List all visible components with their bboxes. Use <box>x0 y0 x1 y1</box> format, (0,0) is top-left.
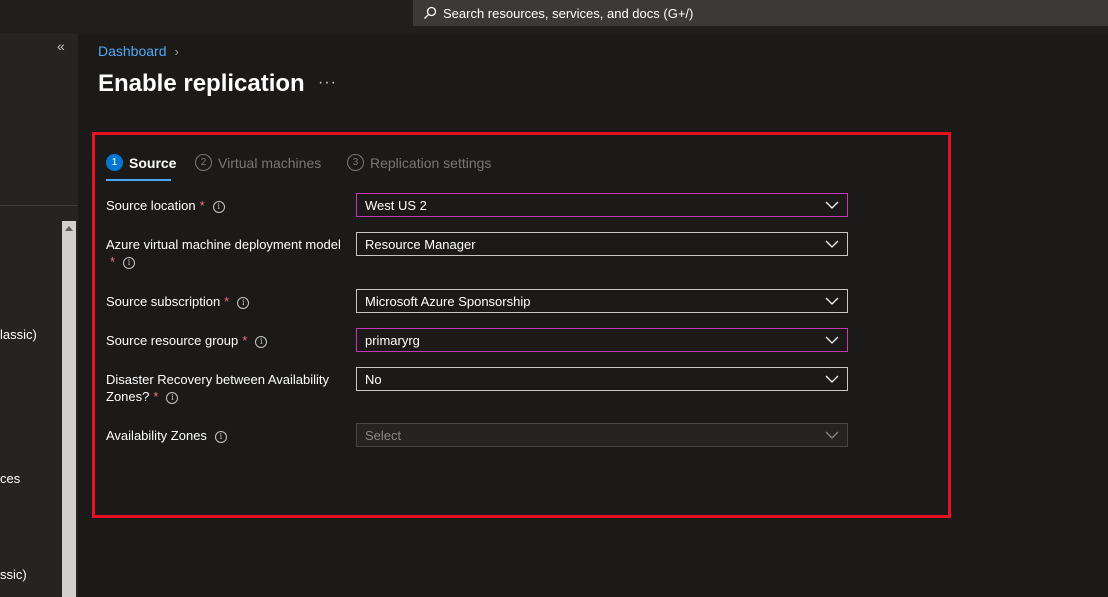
field-label-text: Availability Zones <box>106 428 207 443</box>
search-placeholder: Search resources, services, and docs (G+… <box>443 5 694 21</box>
dr-availability-zones-label: Disaster Recovery between Availability Z… <box>106 371 336 405</box>
dr-availability-zones-dropdown[interactable]: No <box>356 367 848 391</box>
breadcrumb-dashboard-link[interactable]: Dashboard <box>98 43 167 59</box>
field-label-text: Source location <box>106 198 196 213</box>
dropdown-value: Resource Manager <box>365 236 476 252</box>
tab-replication-settings[interactable]: 3 Replication settings <box>347 154 491 171</box>
availability-zones-dropdown: Select <box>356 423 848 447</box>
chevron-down-icon <box>825 240 839 248</box>
field-label-text: Azure virtual machine deployment model <box>106 237 341 252</box>
page-title: Enable replication <box>98 70 305 97</box>
info-icon[interactable]: i <box>166 391 179 404</box>
source-resource-group-dropdown[interactable]: primaryrg <box>356 328 848 352</box>
dropdown-value: Microsoft Azure Sponsorship <box>365 293 531 309</box>
step-number-badge: 1 <box>106 154 123 171</box>
required-marker: * <box>242 333 248 348</box>
source-subscription-label: Source subscription * i <box>106 293 351 310</box>
field-label-text: Disaster Recovery between Availability Z… <box>106 372 330 404</box>
info-icon[interactable]: i <box>123 256 136 269</box>
global-search[interactable]: Search resources, services, and docs (G+… <box>413 0 1108 26</box>
source-subscription-dropdown[interactable]: Microsoft Azure Sponsorship <box>356 289 848 313</box>
tab-label: Virtual machines <box>218 154 322 171</box>
source-location-label: Source location * i <box>106 197 351 214</box>
chevron-down-icon <box>825 297 839 305</box>
info-icon[interactable]: i <box>214 430 227 443</box>
sidebar-item[interactable]: ssic) <box>0 567 27 582</box>
chevron-down-icon <box>825 201 839 209</box>
required-marker: * <box>199 198 205 213</box>
field-label-text: Source subscription <box>106 294 221 309</box>
left-sidebar: « lassic) ces ssic) <box>0 33 78 597</box>
dropdown-value: West US 2 <box>365 197 427 213</box>
step-number-badge: 2 <box>195 154 212 171</box>
collapse-sidebar-icon[interactable]: « <box>57 38 65 54</box>
availability-zones-label: Availability Zones i <box>106 427 351 444</box>
info-icon[interactable]: i <box>212 200 225 213</box>
chevron-right-icon: › <box>174 43 179 59</box>
required-marker: * <box>224 294 230 309</box>
field-label-text: Source resource group <box>106 333 239 348</box>
step-number-badge: 3 <box>347 154 364 171</box>
source-location-dropdown[interactable]: West US 2 <box>356 193 848 217</box>
chevron-down-icon <box>825 336 839 344</box>
dropdown-placeholder: Select <box>365 427 402 443</box>
chevron-down-icon <box>825 375 839 383</box>
breadcrumb: Dashboard › <box>98 43 179 59</box>
sidebar-divider <box>0 205 78 206</box>
tab-source[interactable]: 1 Source <box>106 154 176 171</box>
sidebar-item[interactable]: ces <box>0 471 20 486</box>
info-icon[interactable]: i <box>237 296 250 309</box>
required-marker: * <box>110 254 116 269</box>
source-resource-group-label: Source resource group * i <box>106 332 351 349</box>
active-tab-underline <box>106 179 171 181</box>
more-options-icon[interactable]: ··· <box>318 74 337 92</box>
tab-label: Replication settings <box>370 154 492 171</box>
tab-label: Source <box>129 154 177 171</box>
scroll-up-icon[interactable] <box>65 226 73 231</box>
sidebar-scrollbar[interactable] <box>62 221 76 597</box>
dropdown-value: No <box>365 371 382 387</box>
top-bar: Search resources, services, and docs (G+… <box>0 0 1108 33</box>
tab-virtual-machines[interactable]: 2 Virtual machines <box>195 154 321 171</box>
sidebar-item[interactable]: lassic) <box>0 327 37 342</box>
dropdown-value: primaryrg <box>365 332 420 348</box>
deployment-model-dropdown[interactable]: Resource Manager <box>356 232 848 256</box>
deployment-model-label: Azure virtual machine deployment model * i <box>106 236 351 270</box>
highlight-box <box>92 132 951 518</box>
chevron-down-icon <box>825 431 839 439</box>
info-icon[interactable]: i <box>255 335 268 348</box>
search-icon <box>421 4 439 22</box>
required-marker: * <box>153 389 159 404</box>
